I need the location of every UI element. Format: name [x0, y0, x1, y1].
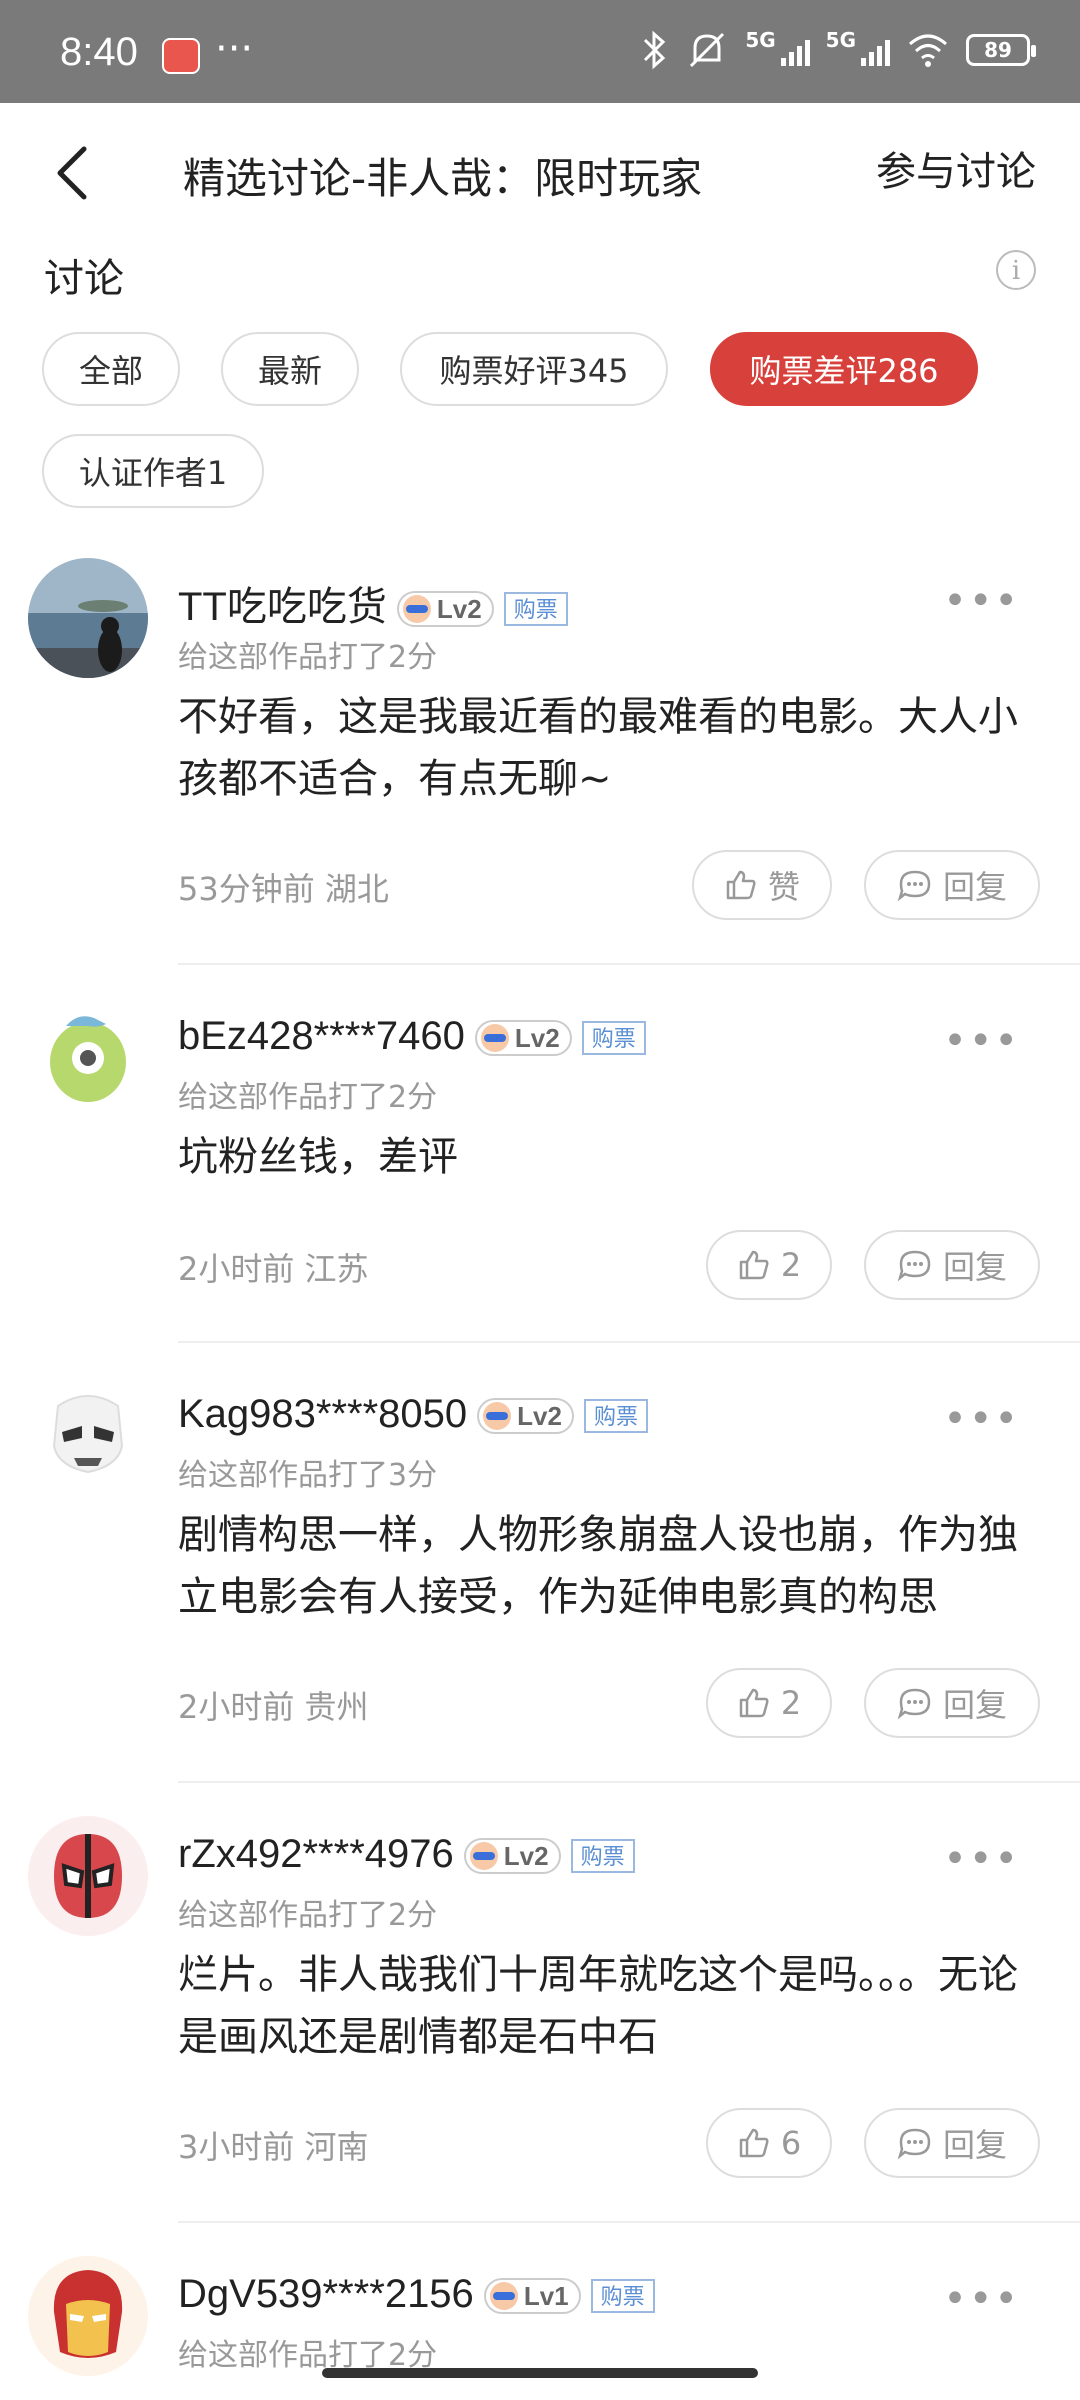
reply-button[interactable]: 回复 — [864, 1668, 1040, 1738]
filter-chip-author[interactable]: 认证作者1 — [42, 434, 264, 508]
thumbs-up-icon — [739, 2128, 769, 2158]
page-title: 精选讨论-非人哉：限时玩家 — [183, 154, 703, 203]
level-badge: Lv2 — [474, 1020, 572, 1057]
info-icon[interactable]: i — [996, 250, 1036, 290]
signal-5g-2: 5G — [826, 30, 890, 70]
battery-indicator: 89 — [966, 34, 1036, 66]
status-bar: 8:40 ··· 5G 5G 89 — [0, 0, 1080, 103]
divider — [178, 963, 1080, 965]
more-options-icon[interactable]: ••• — [943, 578, 1020, 624]
top-bar: 精选讨论-非人哉：限时玩家 参与讨论 — [0, 103, 1080, 243]
level-face-icon — [469, 1842, 498, 1871]
comment-text: 坑粉丝钱，差评 — [178, 1134, 458, 1180]
reply-button[interactable]: 回复 — [864, 1230, 1040, 1300]
comment-text: 烂片。非人哉我们十周年就吃这个是吗。。。无论是画风还是剧情都是石中石 — [178, 1952, 1018, 2060]
chat-bubble-icon — [897, 2128, 931, 2160]
ticket-badge: 购票 — [581, 1021, 646, 1056]
more-options-icon[interactable]: ••• — [943, 1396, 1020, 1442]
wifi-icon — [909, 34, 947, 67]
divider — [178, 1341, 1080, 1343]
level-face-icon — [402, 595, 431, 624]
mute-bell-icon — [690, 32, 725, 68]
chat-bubble-icon — [897, 1250, 931, 1282]
rating-text: 给这部作品打了2分 — [178, 1898, 438, 1933]
username[interactable]: bEz428****7460 Lv2 购票 — [178, 1014, 646, 1059]
username[interactable]: rZx492****4976 Lv2 购票 — [178, 1832, 635, 1877]
avatar[interactable] — [28, 2256, 148, 2376]
username[interactable]: Kag983****8050 Lv2 购票 — [178, 1392, 648, 1437]
level-badge: Lv2 — [463, 1838, 561, 1875]
avatar[interactable] — [28, 1816, 148, 1936]
rating-text: 给这部作品打了2分 — [178, 2338, 438, 2370]
signal-5g-1: 5G — [745, 30, 810, 70]
level-face-icon — [483, 1402, 512, 1431]
thumbs-up-icon — [726, 870, 756, 900]
like-button[interactable]: 2 — [706, 1230, 832, 1300]
section-label: 讨论 — [44, 256, 124, 302]
rating-text: 给这部作品打了3分 — [178, 1458, 438, 1493]
ticket-badge: 购票 — [583, 1399, 648, 1434]
app-notification-icon — [162, 38, 200, 74]
filter-chip-all[interactable]: 全部 — [42, 332, 180, 406]
more-options-icon[interactable]: ••• — [943, 1836, 1020, 1882]
filter-chip-negative[interactable]: 购票差评286 — [710, 332, 978, 406]
thumbs-up-icon — [739, 1688, 769, 1718]
ticket-badge: 购票 — [590, 2279, 655, 2314]
more-notifications-icon: ··· — [215, 26, 254, 72]
level-face-icon — [480, 1024, 509, 1053]
username[interactable]: DgV539****2156 Lv1 购票 — [178, 2272, 655, 2317]
filter-chip-positive[interactable]: 购票好评345 — [400, 332, 668, 406]
level-badge: Lv1 — [483, 2278, 581, 2315]
time-location: 3小时前 河南 — [178, 2128, 369, 2166]
rating-text: 给这部作品打了2分 — [178, 640, 438, 675]
clock: 8:40 — [60, 30, 138, 74]
divider — [178, 1781, 1080, 1783]
ticket-badge: 购票 — [503, 592, 568, 627]
back-arrow-icon[interactable] — [44, 143, 104, 203]
bluetooth-icon — [644, 30, 666, 70]
comment-text: 不好看，这是我最近看的最难看的电影。大人小孩都不适合，有点无聊~ — [178, 694, 1018, 802]
join-discussion-button[interactable]: 参与讨论 — [876, 139, 1036, 197]
like-button[interactable]: 赞 — [692, 850, 832, 920]
avatar[interactable] — [28, 558, 148, 678]
divider — [178, 2221, 1080, 2223]
reply-button[interactable]: 回复 — [864, 850, 1040, 920]
filter-chip-latest[interactable]: 最新 — [221, 332, 359, 406]
time-location: 2小时前 江苏 — [178, 1250, 369, 1288]
like-button[interactable]: 2 — [706, 1668, 832, 1738]
reply-button[interactable]: 回复 — [864, 2108, 1040, 2178]
chat-bubble-icon — [897, 1688, 931, 1720]
like-button[interactable]: 6 — [706, 2108, 832, 2178]
time-location: 53分钟前 湖北 — [178, 870, 389, 908]
level-face-icon — [489, 2282, 518, 2311]
ticket-badge: 购票 — [570, 1839, 635, 1874]
username[interactable]: TT吃吃吃货 Lv2 购票 — [178, 574, 568, 632]
more-options-icon[interactable]: ••• — [943, 1018, 1020, 1064]
avatar[interactable] — [28, 998, 148, 1118]
signal-bars-icon — [780, 40, 810, 66]
home-indicator[interactable] — [322, 2368, 758, 2378]
comment-text: 剧情构思一样，人物形象崩盘人设也崩，作为独立电影会有人接受，作为延伸电影真的构思 — [178, 1512, 1018, 1620]
more-options-icon[interactable]: ••• — [943, 2276, 1020, 2322]
signal-bars-icon — [861, 40, 890, 66]
thumbs-up-icon — [739, 1250, 769, 1280]
rating-text: 给这部作品打了2分 — [178, 1080, 438, 1115]
time-location: 2小时前 贵州 — [178, 1688, 369, 1726]
level-badge: Lv2 — [396, 591, 494, 628]
chat-bubble-icon — [897, 870, 931, 902]
avatar[interactable] — [28, 1376, 148, 1496]
level-badge: Lv2 — [477, 1398, 574, 1435]
